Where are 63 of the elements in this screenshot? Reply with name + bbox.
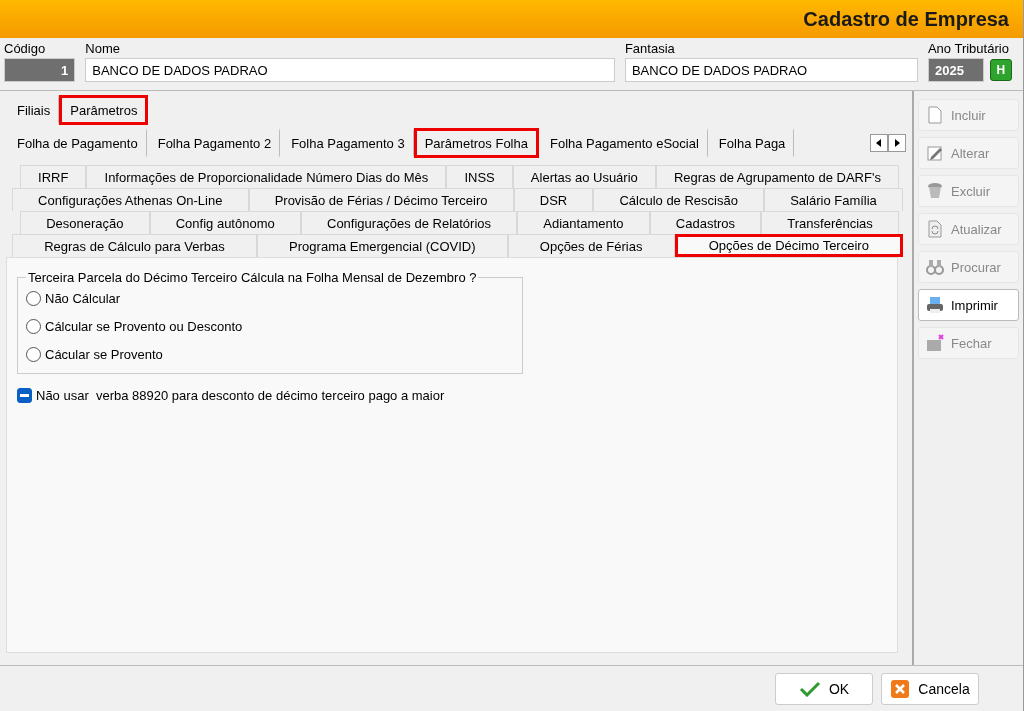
code-field[interactable]: 1 (4, 58, 76, 82)
tab[interactable]: Cálculo de Rescisão (593, 188, 765, 211)
refresh-icon (925, 219, 945, 239)
window-title: Cadastro de Empresa (803, 7, 1009, 31)
dash-icon (20, 394, 29, 397)
tab[interactable]: DSR (513, 188, 594, 211)
right-arrow-icon (894, 139, 900, 147)
text-field[interactable]: BANCO DE DADOS PADRAO (85, 58, 615, 82)
field-label: Fantasia (624, 40, 676, 58)
radio-label: Não Cálcular (45, 290, 121, 306)
tab[interactable]: Alertas ao Usuário (512, 165, 656, 188)
scroll-left-button[interactable] (870, 134, 888, 152)
close-icon (890, 678, 911, 699)
radio-button[interactable] (26, 346, 41, 362)
tab[interactable]: Config autônomo (149, 211, 301, 234)
printer-icon (925, 295, 945, 315)
checkbox-label: Não usar verba 88920 para desconto de décimo terceiro pago a maior (36, 388, 445, 403)
tab[interactable]: Provisão de Férias / Décimo Terceiro (248, 188, 514, 211)
radio-button[interactable] (26, 290, 41, 306)
tab[interactable]: Folha Pagamento 2 (146, 128, 281, 158)
tab[interactable]: Folha de Pagamento (6, 128, 147, 158)
tab[interactable]: Salário Família (764, 188, 903, 211)
tab[interactable]: Programa Emergencial (COVID) (256, 234, 508, 257)
field-label: Nome (85, 40, 121, 58)
tab[interactable]: Folha Pagamento 3 (280, 128, 414, 158)
tab[interactable]: Transferências (761, 211, 899, 234)
tab[interactable]: Opções de Férias (507, 234, 675, 257)
tab[interactable]: Opções de Décimo Terceiro (674, 234, 904, 257)
bin-icon (925, 181, 945, 201)
tab[interactable]: Configurações de Relatórios (300, 211, 518, 234)
tab[interactable]: Parâmetros Folha (413, 128, 539, 158)
radio-label: Cácular se Provento (45, 346, 163, 362)
pencil-icon (925, 143, 945, 163)
field-label: Ano Tributário (927, 40, 1010, 58)
field-label: Código (4, 40, 47, 58)
tab[interactable]: INSS (446, 165, 513, 188)
tab[interactable]: IRRF (20, 165, 87, 188)
radio-label: Cálcular se Provento ou Desconto (45, 318, 243, 334)
checkmark-icon (798, 680, 821, 697)
checkbox[interactable] (17, 388, 32, 403)
toolbar-button[interactable]: Imprimir (918, 289, 1019, 321)
cancel-button[interactable]: Cancela (881, 672, 979, 705)
tab[interactable]: Cadastros (649, 211, 762, 234)
door-icon (925, 333, 945, 353)
radio-button[interactable] (26, 318, 41, 334)
group-title: Terceira Parcela do Décimo Terceiro Cálcula na Folha Mensal de Dezembro ? (27, 270, 478, 285)
binoculars-icon (925, 257, 945, 277)
tab[interactable]: Informações de Proporcionalidade Número Dias do Mês (86, 165, 447, 188)
document-icon (925, 105, 945, 125)
tab[interactable]: Configurações Athenas On-Line (12, 188, 249, 211)
scroll-right-button[interactable] (888, 134, 906, 152)
tab[interactable]: Folha Pagamento eSocial (538, 128, 708, 158)
tab[interactable]: Regras de Agrupamento de DARF's (655, 165, 899, 188)
ok-button[interactable]: OK (775, 672, 873, 705)
text-field[interactable]: BANCO DE DADOS PADRAO (624, 58, 918, 82)
tab[interactable]: Desoneração (20, 211, 150, 234)
tab[interactable]: Parâmetros (59, 95, 149, 125)
tab[interactable]: Adiantamento (517, 211, 650, 234)
left-arrow-icon (876, 139, 882, 147)
tab[interactable]: Filiais (6, 95, 60, 125)
tab[interactable]: Folha Paga (707, 128, 795, 158)
tab[interactable]: Regras de Cálculo para Verbas (12, 234, 257, 257)
year-field[interactable]: 2025 (927, 58, 984, 82)
